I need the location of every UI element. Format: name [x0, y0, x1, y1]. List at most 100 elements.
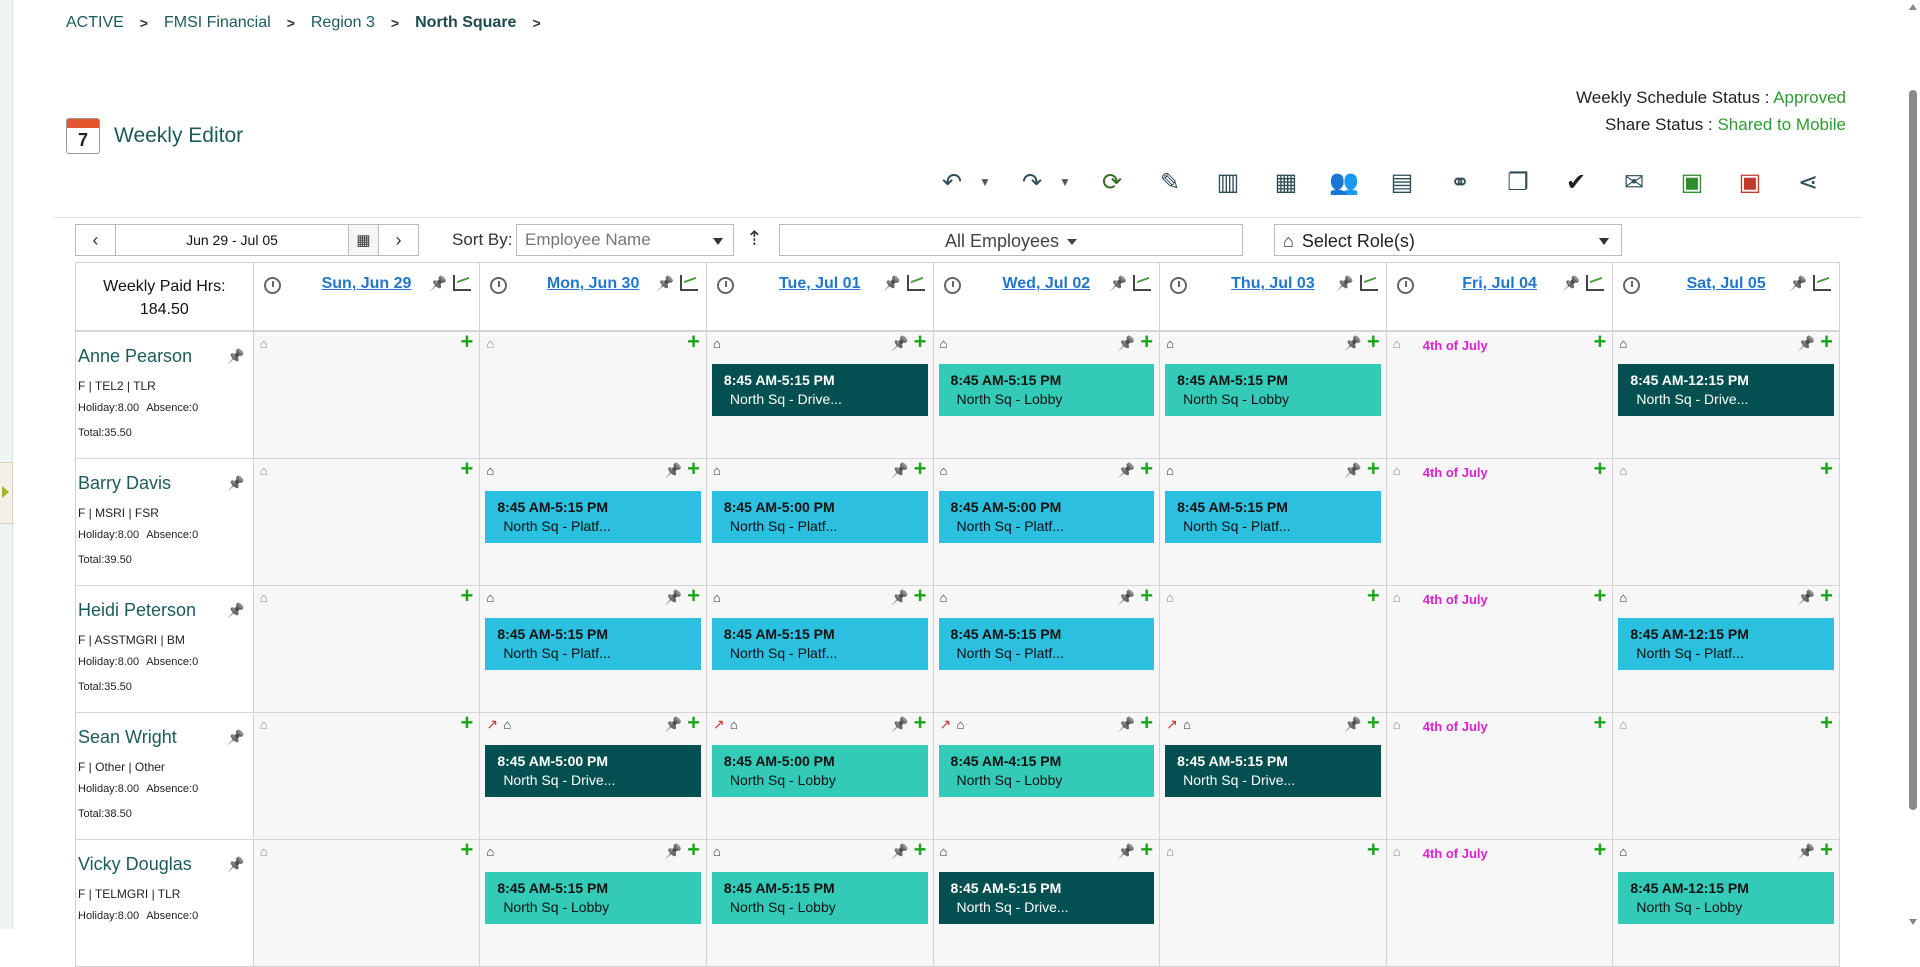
pin-icon[interactable]: 📌 [1798, 335, 1815, 352]
add-shift-icon[interactable]: + [1820, 331, 1833, 353]
date-range-field[interactable]: Jun 29 - Jul 05 [116, 225, 348, 255]
bar-chart-icon[interactable]: ▥ [1208, 164, 1248, 200]
pin-icon[interactable]: 📌 [1110, 275, 1127, 292]
day-cell[interactable]: ⌂ 📌 +8:45 AM-5:15 PM North Sq - Platf... [1160, 458, 1387, 585]
shift-block[interactable]: 8:45 AM-4:15 PM North Sq - Lobby [938, 745, 1155, 797]
employee-name[interactable]: Heidi Peterson [78, 600, 249, 621]
role-filter-select[interactable]: ⌂ Select Role(s) [1274, 224, 1622, 256]
day-cell[interactable]: ↗ ⌂ 📌 +8:45 AM-5:00 PM North Sq - Drive... [480, 712, 707, 839]
pin-icon[interactable]: 📌 [1790, 275, 1807, 292]
add-shift-icon[interactable]: + [460, 331, 473, 353]
day-cell[interactable]: ⌂ 4th of July + [1386, 585, 1614, 712]
checkmark-icon[interactable]: ✔ [1556, 164, 1596, 200]
day-cell[interactable]: ⌂ 📌 +8:45 AM-5:15 PM North Sq - Platf... [480, 585, 707, 712]
day-cell[interactable]: ⌂ 📌 +8:45 AM-5:15 PM North Sq - Lobby [706, 839, 934, 966]
magic-wand-icon[interactable]: ✎ [1150, 164, 1190, 200]
day-cell[interactable]: ⌂ 📌 +8:45 AM-5:15 PM North Sq - Drive... [933, 839, 1161, 966]
shift-block[interactable]: 8:45 AM-5:15 PM North Sq - Lobby [1165, 364, 1381, 416]
calendar-edit-icon[interactable]: ▤ [1382, 164, 1422, 200]
chart-icon[interactable] [906, 275, 925, 291]
shift-block[interactable]: 8:45 AM-5:15 PM North Sq - Drive... [1165, 745, 1381, 797]
day-cell[interactable]: ↗ ⌂ 📌 +8:45 AM-4:15 PM North Sq - Lobby [933, 712, 1161, 839]
pin-icon[interactable]: 📌 [891, 716, 908, 733]
day-cell[interactable]: ⌂ 📌 +8:45 AM-5:00 PM North Sq - Platf... [706, 458, 934, 585]
day-cell[interactable]: ⌂ 📌 +8:45 AM-5:15 PM North Sq - Lobby [933, 331, 1161, 458]
excel-icon[interactable]: ▣ [1672, 164, 1712, 200]
shift-block[interactable]: 8:45 AM-12:15 PM North Sq - Drive... [1618, 364, 1834, 416]
chart-icon[interactable] [453, 275, 472, 291]
pin-icon[interactable]: 📌 [891, 335, 908, 352]
scroll-up-icon[interactable] [1909, 4, 1917, 10]
pin-icon[interactable]: 📌 [1336, 275, 1353, 292]
day-cell[interactable]: ⌂ + [253, 712, 481, 839]
day-cell[interactable]: ↗ ⌂ 📌 +8:45 AM-5:15 PM North Sq - Drive... [1160, 712, 1387, 839]
add-shift-icon[interactable]: + [687, 585, 700, 607]
add-shift-icon[interactable]: + [687, 712, 700, 734]
scroll-thumb[interactable] [1909, 90, 1917, 810]
sort-by-select[interactable]: Employee Name [516, 224, 734, 256]
pin-icon[interactable]: 📌 [891, 589, 908, 606]
day-cell[interactable]: ⌂ + [1160, 839, 1387, 966]
day-cell[interactable]: ⌂ 📌 +8:45 AM-12:15 PM North Sq - Drive... [1613, 331, 1840, 458]
redo-dropdown-icon[interactable]: ▼ [1056, 164, 1074, 200]
day-cell[interactable]: ⌂ 📌 +8:45 AM-5:15 PM North Sq - Lobby [480, 839, 707, 966]
employee-name[interactable]: Sean Wright [78, 727, 249, 748]
add-shift-icon[interactable]: + [460, 712, 473, 734]
add-shift-icon[interactable]: + [1820, 585, 1833, 607]
chevron-right-icon[interactable]: > [532, 15, 540, 31]
pin-icon[interactable]: 📌 [664, 843, 681, 860]
chart-icon[interactable] [679, 275, 698, 291]
day-cell[interactable]: ⌂ 📌 +8:45 AM-5:15 PM North Sq - Platf... [933, 585, 1161, 712]
day-cell[interactable]: ⌂ 4th of July + [1386, 331, 1614, 458]
pin-icon[interactable]: 📌 [1118, 716, 1135, 733]
add-shift-icon[interactable]: + [1367, 331, 1380, 353]
chart-icon[interactable] [1359, 275, 1378, 291]
pin-icon[interactable]: 📌 [1344, 335, 1361, 352]
pin-icon[interactable]: 📌 [227, 729, 244, 746]
edit-icon[interactable]: ↗ [940, 716, 952, 733]
day-cell[interactable]: ⌂ 📌 +8:45 AM-5:00 PM North Sq - Platf... [933, 458, 1161, 585]
breadcrumb-item[interactable]: Region 3 [311, 14, 375, 32]
pin-icon[interactable]: 📌 [227, 348, 244, 365]
pin-icon[interactable]: 📌 [1118, 462, 1135, 479]
day-cell[interactable]: ⌂ + [253, 331, 481, 458]
pin-icon[interactable]: 📌 [1798, 843, 1815, 860]
pin-icon[interactable]: 📌 [227, 856, 244, 873]
day-cell[interactable]: ⌂ + [1613, 712, 1840, 839]
add-shift-icon[interactable]: + [914, 331, 927, 353]
edit-icon[interactable]: ↗ [486, 716, 498, 733]
add-shift-icon[interactable]: + [1140, 712, 1153, 734]
edit-icon[interactable]: ↗ [713, 716, 725, 733]
add-shift-icon[interactable]: + [914, 839, 927, 861]
shift-block[interactable]: 8:45 AM-5:00 PM North Sq - Drive... [485, 745, 701, 797]
add-shift-icon[interactable]: + [1367, 585, 1380, 607]
breadcrumb-item-current[interactable]: North Square [415, 14, 516, 32]
employee-name[interactable]: Vicky Douglas [78, 854, 249, 875]
shift-block[interactable]: 8:45 AM-5:00 PM North Sq - Platf... [938, 491, 1155, 543]
binoculars-icon[interactable]: ⚭ [1440, 164, 1480, 200]
add-shift-icon[interactable]: + [460, 839, 473, 861]
day-cell[interactable]: ⌂ 4th of July + [1386, 839, 1614, 966]
copy-icon[interactable]: ❐ [1498, 164, 1538, 200]
day-cell[interactable]: ⌂ 4th of July + [1386, 458, 1614, 585]
pin-icon[interactable]: 📌 [430, 275, 447, 292]
pin-icon[interactable]: 📌 [664, 716, 681, 733]
day-cell[interactable]: ⌂ 📌 +8:45 AM-5:15 PM North Sq - Drive... [706, 331, 934, 458]
day-cell[interactable]: ⌂ 📌 +8:45 AM-5:15 PM North Sq - Platf... [480, 458, 707, 585]
pin-icon[interactable]: 📌 [891, 462, 908, 479]
pin-icon[interactable]: 📌 [1344, 462, 1361, 479]
breadcrumb-item[interactable]: FMSI Financial [164, 14, 271, 32]
chart-icon[interactable] [1812, 275, 1831, 291]
shift-block[interactable]: 8:45 AM-12:15 PM North Sq - Platf... [1618, 618, 1834, 670]
add-shift-icon[interactable]: + [1367, 712, 1380, 734]
add-shift-icon[interactable]: + [1594, 331, 1607, 353]
day-cell[interactable]: ⌂ + [253, 839, 481, 966]
add-shift-icon[interactable]: + [460, 585, 473, 607]
shift-block[interactable]: 8:45 AM-5:15 PM North Sq - Platf... [485, 618, 701, 670]
day-cell[interactable]: ⌂ 📌 +8:45 AM-12:15 PM North Sq - Lobby [1613, 839, 1840, 966]
day-cell[interactable]: ⌂ 📌 +8:45 AM-12:15 PM North Sq - Platf... [1613, 585, 1840, 712]
pin-icon[interactable]: 📌 [1344, 716, 1361, 733]
shift-block[interactable]: 8:45 AM-5:15 PM North Sq - Lobby [938, 364, 1155, 416]
shift-block[interactable]: 8:45 AM-5:00 PM North Sq - Platf... [711, 491, 928, 543]
shift-block[interactable]: 8:45 AM-5:15 PM North Sq - Lobby [711, 872, 928, 924]
